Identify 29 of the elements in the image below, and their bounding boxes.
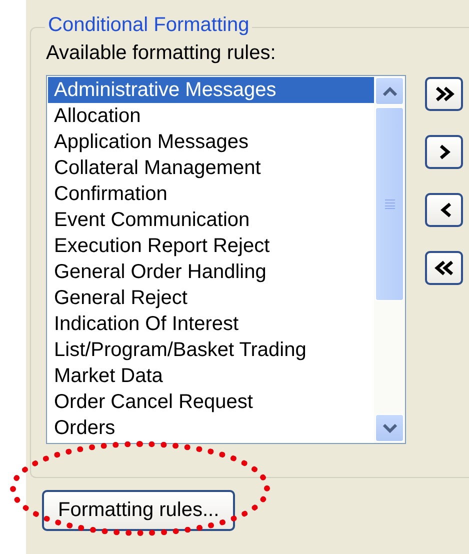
list-item[interactable]: Indication Of Interest <box>48 311 374 337</box>
double-chevron-right-icon <box>434 85 454 103</box>
add-all-button[interactable] <box>425 77 463 111</box>
list-item[interactable]: Event Communication <box>48 207 374 233</box>
remove-button[interactable] <box>425 193 463 227</box>
list-item[interactable]: General Reject <box>48 285 374 311</box>
list-item[interactable]: Orders <box>48 415 374 441</box>
add-button[interactable] <box>425 135 463 169</box>
list-item[interactable]: Execution Report Reject <box>48 233 374 259</box>
list-item[interactable]: Application Messages <box>48 129 374 155</box>
formatting-rules-button[interactable]: Formatting rules... <box>42 490 236 531</box>
list-item[interactable]: Market Data <box>48 363 374 389</box>
scroll-thumb[interactable] <box>375 107 404 301</box>
list-item[interactable]: Collateral Management <box>48 155 374 181</box>
list-item[interactable]: List/Program/Basket Trading <box>48 337 374 363</box>
scroll-up-button[interactable] <box>375 77 404 105</box>
list-item[interactable]: General Order Handling <box>48 259 374 285</box>
scrollbar[interactable] <box>374 76 405 443</box>
grip-icon <box>384 199 394 209</box>
list-label: Available formatting rules: <box>46 41 277 65</box>
caret-down-icon <box>382 424 396 432</box>
remove-all-button[interactable] <box>425 251 463 285</box>
double-chevron-left-icon <box>434 259 454 277</box>
list-item[interactable]: Allocation <box>48 103 374 129</box>
scroll-down-button[interactable] <box>375 414 404 442</box>
list-item[interactable]: Administrative Messages <box>48 77 374 103</box>
caret-up-icon <box>382 86 396 96</box>
list-item[interactable]: Confirmation <box>48 181 374 207</box>
list-item[interactable]: Order Cancel Request <box>48 389 374 415</box>
